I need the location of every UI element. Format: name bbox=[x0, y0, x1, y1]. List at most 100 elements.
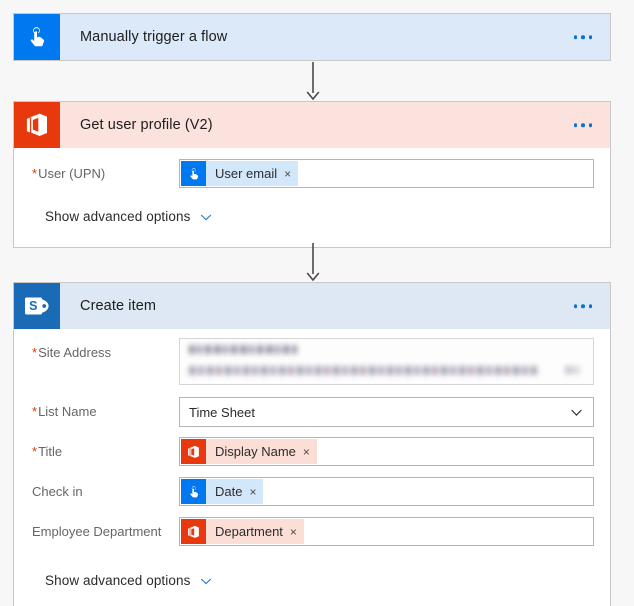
field-control-list-name: Time Sheet bbox=[179, 397, 594, 427]
sharepoint-icon: S bbox=[14, 283, 60, 329]
card-overflow-menu-create-item[interactable] bbox=[570, 298, 597, 314]
token-input-user-upn[interactable]: User email × bbox=[179, 159, 594, 188]
field-row-employee-department: Employee Department Department × bbox=[14, 517, 610, 551]
field-row-title: *Title Display Name × bbox=[14, 437, 610, 471]
field-control-site-address bbox=[179, 338, 594, 385]
close-icon[interactable]: × bbox=[284, 168, 291, 180]
card-body-get-user-profile: *User (UPN) User email × Show advanced o… bbox=[14, 148, 610, 247]
menu-dot bbox=[588, 35, 592, 39]
office365-icon bbox=[181, 439, 206, 464]
menu-dot bbox=[573, 304, 577, 308]
token-chip-user-email[interactable]: User email × bbox=[181, 161, 299, 186]
site-address-input[interactable] bbox=[179, 338, 594, 385]
field-label-user-upn: *User (UPN) bbox=[32, 159, 179, 182]
token-chip-display-name[interactable]: Display Name × bbox=[181, 439, 317, 464]
svg-text:S: S bbox=[29, 299, 37, 313]
field-row-user-upn: *User (UPN) User email × bbox=[14, 159, 610, 193]
menu-dot bbox=[573, 123, 577, 127]
menu-dot bbox=[581, 35, 585, 39]
chevron-down-icon[interactable] bbox=[570, 406, 583, 419]
field-control-check-in: Date × bbox=[179, 477, 594, 506]
field-control-employee-department: Department × bbox=[179, 517, 594, 546]
token-input-employee-department[interactable]: Department × bbox=[179, 517, 594, 546]
card-title-create-item: Create item bbox=[80, 298, 157, 314]
field-label-check-in: Check in bbox=[32, 477, 179, 500]
field-label-list-name: *List Name bbox=[32, 397, 179, 420]
menu-dot bbox=[581, 123, 585, 127]
connector-arrow-1 bbox=[305, 62, 321, 102]
tap-hand-icon bbox=[14, 14, 60, 60]
list-name-value: Time Sheet bbox=[189, 404, 255, 420]
connector-arrow-2 bbox=[305, 243, 321, 283]
card-overflow-menu-get-user-profile[interactable] bbox=[570, 117, 597, 133]
card-header-manual-trigger[interactable]: Manually trigger a flow bbox=[14, 14, 610, 60]
field-label-text: Title bbox=[38, 444, 63, 459]
card-header-get-user-profile[interactable]: Get user profile (V2) bbox=[14, 102, 610, 148]
redacted-chevron bbox=[565, 366, 581, 374]
flow-step-card-manual-trigger[interactable]: Manually trigger a flow bbox=[13, 13, 611, 61]
card-overflow-menu-manual-trigger[interactable] bbox=[570, 29, 597, 45]
list-name-dropdown[interactable]: Time Sheet bbox=[179, 397, 594, 427]
field-label-text: Check in bbox=[32, 484, 83, 499]
chevron-down-icon bbox=[199, 210, 213, 224]
required-marker: * bbox=[32, 444, 38, 459]
flow-step-card-get-user-profile[interactable]: Get user profile (V2) *User (UPN) User e… bbox=[13, 101, 611, 248]
menu-dot bbox=[588, 304, 592, 308]
menu-dot bbox=[581, 304, 585, 308]
token-chip-label: Date bbox=[215, 484, 243, 499]
close-icon[interactable]: × bbox=[249, 486, 256, 498]
tap-hand-icon bbox=[181, 479, 206, 504]
field-row-check-in: Check in Date × bbox=[14, 477, 610, 511]
token-chip-body: Date × bbox=[206, 479, 264, 504]
close-icon[interactable]: × bbox=[303, 446, 310, 458]
field-control-title: Display Name × bbox=[179, 437, 594, 466]
chevron-down-icon bbox=[199, 574, 213, 588]
field-label-text: Employee Department bbox=[32, 524, 162, 539]
show-advanced-options-get-user-profile[interactable]: Show advanced options bbox=[14, 209, 610, 224]
token-chip-label: Display Name bbox=[215, 444, 296, 459]
redacted-text bbox=[189, 345, 297, 354]
card-title-manual-trigger: Manually trigger a flow bbox=[80, 29, 228, 45]
card-title-get-user-profile: Get user profile (V2) bbox=[80, 117, 213, 133]
token-chip-department[interactable]: Department × bbox=[181, 519, 304, 544]
field-label-title: *Title bbox=[32, 437, 179, 460]
flow-step-card-create-item[interactable]: S Create item *Site Address *List Name T… bbox=[13, 282, 611, 606]
show-advanced-options-label: Show advanced options bbox=[45, 209, 191, 224]
token-chip-body: User email × bbox=[206, 161, 299, 186]
menu-dot bbox=[573, 35, 577, 39]
required-marker: * bbox=[32, 404, 38, 419]
card-header-create-item[interactable]: S Create item bbox=[14, 283, 610, 329]
field-label-site-address: *Site Address bbox=[32, 338, 179, 361]
field-label-text: User (UPN) bbox=[38, 166, 106, 181]
field-control-user-upn: User email × bbox=[179, 159, 594, 188]
required-marker: * bbox=[32, 166, 38, 181]
flow-designer-canvas: Manually trigger a flow Get user profile… bbox=[0, 0, 634, 606]
field-row-list-name: *List Name Time Sheet bbox=[14, 397, 610, 431]
token-input-title[interactable]: Display Name × bbox=[179, 437, 594, 466]
show-advanced-options-label: Show advanced options bbox=[45, 573, 191, 588]
token-chip-body: Department × bbox=[206, 519, 304, 544]
token-chip-label: Department bbox=[215, 524, 283, 539]
menu-dot bbox=[588, 123, 592, 127]
field-label-text: Site Address bbox=[38, 345, 112, 360]
show-advanced-options-create-item[interactable]: Show advanced options bbox=[14, 573, 610, 588]
token-chip-body: Display Name × bbox=[206, 439, 317, 464]
token-chip-date[interactable]: Date × bbox=[181, 479, 264, 504]
tap-hand-icon bbox=[181, 161, 206, 186]
office365-icon bbox=[181, 519, 206, 544]
field-label-text: List Name bbox=[38, 404, 97, 419]
field-label-employee-department: Employee Department bbox=[32, 517, 179, 540]
card-body-create-item: *Site Address *List Name Time Sheet *Tit… bbox=[14, 329, 610, 606]
close-icon[interactable]: × bbox=[290, 526, 297, 538]
field-row-site-address: *Site Address bbox=[14, 338, 610, 385]
token-chip-label: User email bbox=[215, 166, 278, 181]
redacted-text bbox=[189, 366, 537, 375]
token-input-check-in[interactable]: Date × bbox=[179, 477, 594, 506]
required-marker: * bbox=[32, 345, 38, 360]
